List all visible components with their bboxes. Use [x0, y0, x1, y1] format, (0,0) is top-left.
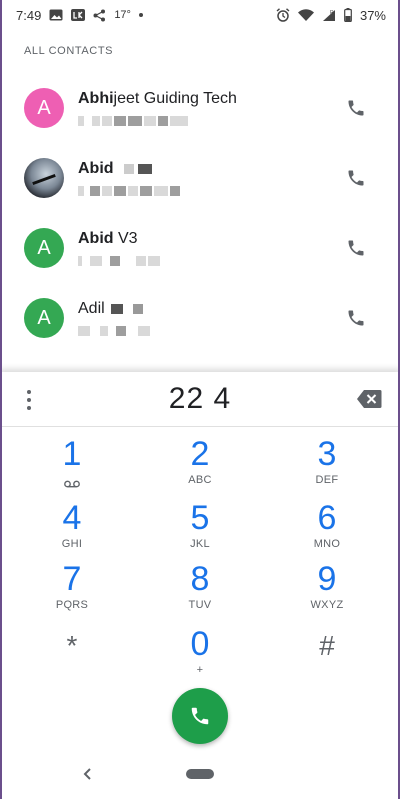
key-star[interactable]: * — [32, 626, 112, 686]
status-battery: 37% — [359, 7, 386, 23]
contact-name-rest: Adil — [78, 300, 105, 317]
key-symbol: * — [66, 630, 78, 661]
call-button[interactable] — [344, 306, 368, 330]
key-8[interactable]: 8 TUV — [160, 561, 240, 621]
key-7[interactable]: 7 PQRS — [32, 561, 112, 621]
notification-dot-icon — [138, 13, 143, 17]
contact-row[interactable]: A Abhijeet Guiding Tech — [0, 73, 400, 143]
phone-icon — [191, 707, 209, 725]
nav-back-icon[interactable] — [80, 765, 94, 783]
key-digit: 4 — [62, 499, 82, 537]
contact-name-match: Abhi — [78, 90, 114, 107]
avatar-initial: A — [37, 96, 51, 119]
app-notification-icon — [71, 9, 86, 21]
key-digit: 3 — [317, 435, 337, 473]
dialed-digits-bar: 22 4 — [0, 372, 400, 427]
dial-call-button[interactable] — [172, 688, 228, 744]
phone-icon — [348, 240, 364, 256]
call-button[interactable] — [344, 96, 368, 120]
contact-name-rest: jeet Guiding Tech — [113, 90, 237, 107]
avatar: A — [24, 298, 64, 338]
key-digit: 0 — [190, 625, 210, 663]
key-6[interactable]: 6 MNO — [287, 500, 367, 560]
contact-row[interactable]: A Adil — [0, 283, 400, 353]
image-icon — [49, 9, 63, 21]
status-time: 7:49 — [16, 7, 42, 23]
status-bar-left: 7:49 17° — [16, 8, 143, 23]
key-letters: GHI — [61, 538, 83, 550]
key-2[interactable]: 2 ABC — [160, 436, 240, 496]
key-digit: 1 — [62, 435, 82, 473]
avatar: A — [24, 228, 64, 268]
key-9[interactable]: 9 WXYZ — [287, 561, 367, 621]
svg-text:R: R — [330, 10, 334, 16]
key-digit: 2 — [190, 435, 210, 473]
redacted-name — [110, 303, 123, 314]
nav-home-pill[interactable] — [186, 769, 214, 779]
key-3[interactable]: 3 DEF — [287, 436, 367, 496]
avatar-initial: A — [37, 236, 51, 259]
section-header-all-contacts: ALL CONTACTS — [24, 45, 114, 57]
key-letters: TUV — [188, 599, 212, 611]
phone-icon — [348, 310, 364, 326]
battery-icon — [344, 8, 352, 22]
key-digit: 6 — [317, 499, 337, 537]
key-digit: 9 — [317, 560, 337, 598]
key-letters: MNO — [313, 538, 341, 550]
key-letters: WXYZ — [310, 599, 344, 611]
contact-name-match: Abid — [78, 160, 114, 177]
contact-name-rest: V3 — [113, 230, 138, 247]
key-1[interactable]: 1 — [32, 436, 112, 496]
status-temperature: 17° — [114, 9, 131, 21]
avatar-initial: A — [37, 306, 51, 329]
call-button[interactable] — [344, 236, 368, 260]
key-digit: 5 — [190, 499, 210, 537]
call-button[interactable] — [344, 166, 368, 190]
contact-row[interactable]: Abid — [0, 143, 400, 213]
avatar-photo — [24, 158, 64, 198]
redacted-name — [137, 163, 152, 174]
avatar: A — [24, 88, 64, 128]
contact-name-match: Abid — [78, 230, 114, 247]
key-4[interactable]: 4 GHI — [32, 500, 112, 560]
key-letters: PQRS — [55, 599, 89, 611]
redacted-name — [132, 303, 143, 314]
key-letters: JKL — [190, 538, 210, 550]
backspace-icon[interactable] — [356, 389, 382, 409]
key-letters: ABC — [188, 474, 212, 486]
key-0[interactable]: 0 + — [160, 626, 240, 686]
phone-icon — [348, 170, 364, 186]
key-5[interactable]: 5 JKL — [160, 500, 240, 560]
key-letters: DEF — [315, 474, 339, 486]
key-letters: + — [196, 664, 204, 676]
dialed-digits[interactable]: 22 4 — [169, 382, 231, 416]
key-digit: 7 — [62, 560, 82, 598]
status-bar: 7:49 17° R 37% — [0, 0, 400, 30]
share-icon — [93, 9, 106, 22]
key-symbol: # — [319, 630, 335, 661]
status-bar-right: R 37% — [276, 8, 386, 23]
wifi-icon — [297, 8, 314, 22]
cell-signal-icon: R — [322, 9, 336, 22]
phone-icon — [348, 100, 364, 116]
more-vert-icon[interactable] — [22, 390, 36, 410]
alarm-icon — [276, 8, 290, 22]
redacted-name — [123, 163, 134, 174]
voicemail-icon — [64, 475, 80, 493]
key-hash[interactable]: # — [287, 626, 367, 686]
contact-row[interactable]: A Abid V3 — [0, 213, 400, 283]
key-digit: 8 — [190, 560, 210, 598]
